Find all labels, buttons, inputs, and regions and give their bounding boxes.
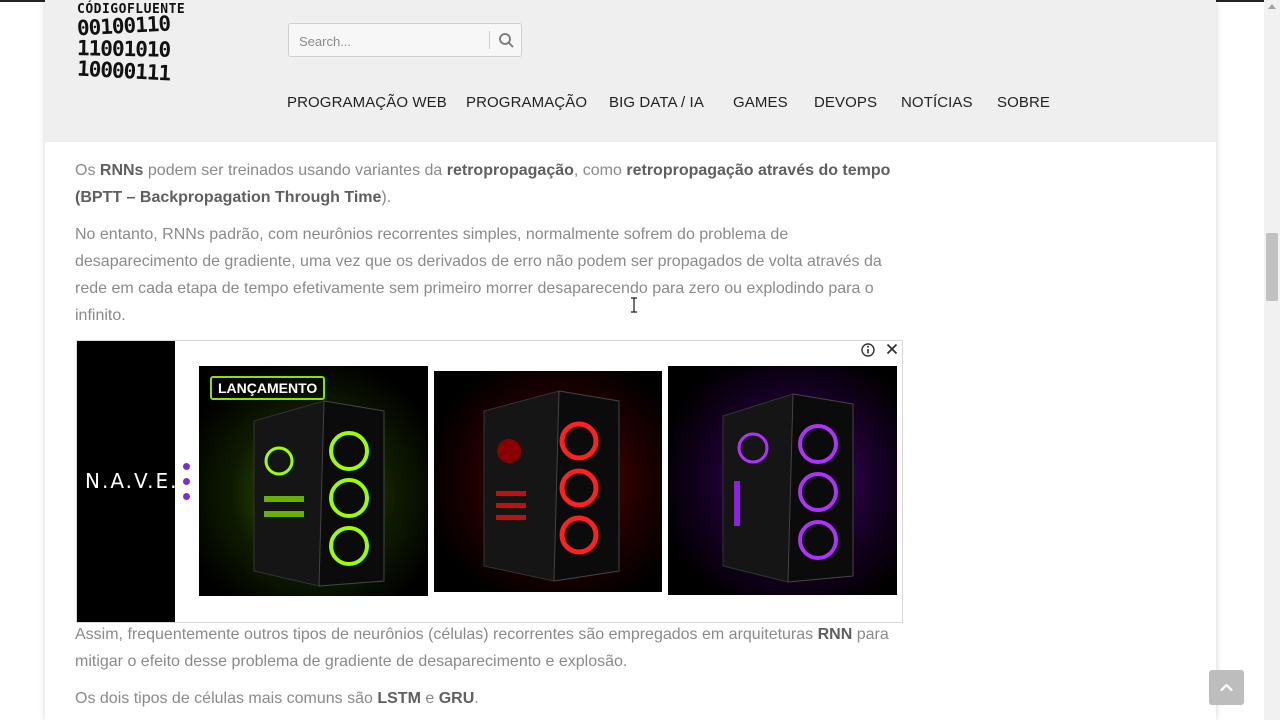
- nav-item-devops[interactable]: DEVOPS: [814, 94, 877, 111]
- page-scrollbar[interactable]: [1264, 0, 1280, 720]
- ad-brand-logo: N.A.V.E.: [85, 469, 179, 493]
- scrollbar-thumb[interactable]: [1266, 233, 1278, 301]
- search-divider: [489, 31, 490, 49]
- ad-dots-icon: [183, 463, 191, 508]
- chevron-up-icon: [1220, 683, 1233, 692]
- text: e: [420, 690, 439, 707]
- ad-info-button[interactable]: [860, 342, 876, 363]
- ad-product-red-pc[interactable]: [434, 371, 662, 592]
- info-icon: [861, 343, 875, 357]
- site-logo[interactable]: CÓDIGOFLUENTE 00100110 11001010 10000111: [75, 2, 255, 88]
- search-input[interactable]: [297, 30, 481, 52]
- paragraph-1: Os RNNs podem ser treinados usando varia…: [75, 157, 905, 211]
- nav-item-noticias[interactable]: NOTÍCIAS: [901, 94, 973, 111]
- text: ).: [381, 189, 392, 206]
- advertisement-banner[interactable]: N.A.V.E. LANÇAMENTO: [76, 340, 903, 623]
- back-to-top-button[interactable]: [1209, 670, 1244, 705]
- page-container: CÓDIGOFLUENTE 00100110 11001010 10000111…: [45, 0, 1216, 720]
- ad-brand-panel: N.A.V.E.: [77, 341, 179, 622]
- ad-close-button[interactable]: [884, 341, 900, 362]
- logo-bits-line-3: 10000111: [76, 56, 171, 86]
- text: Os dois tipos de células mais comuns são: [75, 690, 378, 707]
- text-cursor-icon: [631, 297, 637, 313]
- text: , como: [573, 162, 627, 179]
- text: podem ser treinados usando variantes da: [143, 162, 447, 179]
- pc-case-green-image: [199, 366, 428, 596]
- search-box: [288, 23, 522, 57]
- bold-term: LSTM: [377, 690, 421, 707]
- ad-launch-badge: LANÇAMENTO: [210, 376, 326, 400]
- paragraph-2: No entanto, RNNs padrão, com neurônios r…: [75, 226, 882, 324]
- ad-product-green-pc[interactable]: LANÇAMENTO: [199, 366, 428, 596]
- paragraph-4: Os dois tipos de células mais comuns são…: [75, 685, 905, 712]
- text: Assim, frequentemente outros tipos de ne…: [75, 626, 818, 643]
- nav-item-programacao[interactable]: PROGRAMAÇÃO: [466, 94, 587, 111]
- bold-term: GRU: [438, 690, 475, 707]
- bold-term: RNN: [817, 626, 853, 643]
- close-icon: [886, 343, 898, 355]
- site-header: CÓDIGOFLUENTE 00100110 11001010 10000111…: [45, 0, 1216, 142]
- nav-item-big-data-ia[interactable]: BIG DATA / IA: [609, 94, 704, 111]
- paragraph-3: Assim, frequentemente outros tipos de ne…: [75, 621, 905, 675]
- search-button[interactable]: [491, 24, 521, 56]
- bold-term: retropropagação: [446, 162, 574, 179]
- text: Os: [75, 162, 100, 179]
- ad-product-purple-pc[interactable]: [668, 366, 897, 595]
- nav-item-games[interactable]: GAMES: [733, 94, 788, 111]
- nav-item-sobre[interactable]: SOBRE: [997, 94, 1050, 111]
- pc-case-red-image: [434, 371, 662, 592]
- nav-item-programacao-web[interactable]: PROGRAMAÇÃO WEB: [287, 94, 447, 111]
- search-icon: [499, 33, 514, 48]
- scroll-up-arrow-icon[interactable]: [1264, 0, 1280, 14]
- pc-case-purple-image: [668, 366, 897, 595]
- bold-term: RNNs: [99, 162, 144, 179]
- text: .: [474, 690, 479, 707]
